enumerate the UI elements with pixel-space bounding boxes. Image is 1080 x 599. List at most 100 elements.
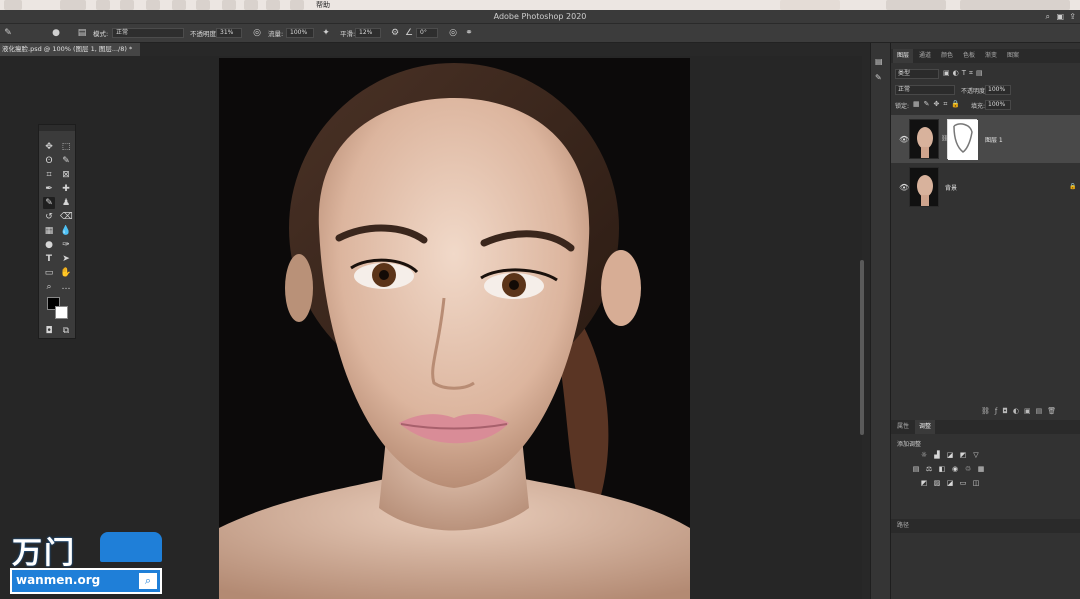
menu-item-blurred[interactable]: [96, 0, 110, 10]
share-icon[interactable]: ⇪: [1069, 12, 1076, 21]
eye-icon[interactable]: 👁: [899, 183, 909, 192]
exposure-icon[interactable]: ◩: [958, 451, 968, 459]
pressure-size-icon[interactable]: ◎: [447, 27, 459, 39]
opacity-field[interactable]: 31%: [216, 28, 242, 38]
posterize-icon[interactable]: ▨: [932, 479, 942, 487]
menu-item-blurred[interactable]: [172, 0, 186, 10]
layer-name[interactable]: 背景: [945, 183, 957, 192]
eyedropper-tool-icon[interactable]: ✒: [43, 183, 55, 195]
menu-item-blurred[interactable]: [60, 0, 86, 10]
flow-field[interactable]: 100%: [286, 28, 314, 38]
menu-item-blurred[interactable]: [290, 0, 304, 10]
tab-gradients[interactable]: 渐变: [981, 49, 1001, 63]
layer-row[interactable]: 👁 ⛓ 图层 1: [891, 115, 1080, 163]
menu-item-blurred[interactable]: [244, 0, 258, 10]
path-select-tool-icon[interactable]: ➤: [60, 253, 72, 265]
tab-paths[interactable]: 路径: [893, 519, 913, 533]
levels-icon[interactable]: ▟: [932, 451, 942, 459]
lasso-tool-icon[interactable]: ʘ: [43, 155, 55, 167]
more-tools-icon[interactable]: …: [60, 281, 72, 293]
menu-item-blurred[interactable]: [146, 0, 160, 10]
tab-layers[interactable]: 图层: [893, 49, 914, 63]
eye-icon[interactable]: 👁: [899, 135, 909, 144]
brush-tool-icon[interactable]: ✎: [43, 197, 55, 209]
channel-mixer-icon[interactable]: ♲: [963, 465, 973, 473]
layer-filter-select[interactable]: 类型: [895, 69, 939, 79]
brush-preset-icon[interactable]: ●: [50, 27, 62, 39]
dodge-tool-icon[interactable]: ●: [43, 239, 55, 251]
clone-stamp-tool-icon[interactable]: ♟: [60, 197, 72, 209]
hand-tool-icon[interactable]: ✋: [60, 267, 72, 279]
curves-icon[interactable]: ◪: [945, 451, 955, 459]
history-panel-icon[interactable]: ▤: [875, 57, 883, 66]
zoom-tool-icon[interactable]: ⌕: [43, 281, 55, 293]
layer-mask-thumbnail[interactable]: [947, 119, 978, 160]
document-tab[interactable]: 液化瘦脸.psd @ 100% (图层 1, 图层.../8) *: [0, 43, 140, 56]
brightness-icon[interactable]: ☼: [919, 451, 929, 459]
blend-mode-select[interactable]: 正常: [895, 85, 955, 95]
menu-item-blurred[interactable]: [196, 0, 210, 10]
panel-icon-strip: ▤ ✎: [870, 43, 890, 599]
color-balance-icon[interactable]: ⚖: [924, 465, 934, 473]
apple-menu-icon[interactable]: [4, 0, 22, 10]
frame-tool-icon[interactable]: ⊠: [60, 169, 72, 181]
photo-filter-icon[interactable]: ◉: [950, 465, 960, 473]
angle-icon[interactable]: ∠: [403, 27, 415, 39]
type-tool-icon[interactable]: T: [43, 253, 55, 265]
layer-filter-icons[interactable]: ▣◐T⌗▤: [943, 69, 986, 78]
vibrance-icon[interactable]: ▽: [971, 451, 981, 459]
menu-item-blurred[interactable]: [222, 0, 236, 10]
symmetry-icon[interactable]: ⚭: [463, 27, 475, 39]
tab-adjustments[interactable]: 调整: [915, 420, 936, 434]
tab-properties[interactable]: 属性: [893, 420, 913, 434]
layer-opacity-field[interactable]: 100%: [985, 85, 1011, 95]
screen-mode-icon[interactable]: ⧉: [60, 325, 72, 337]
layer-fill-field[interactable]: 100%: [985, 100, 1011, 110]
eraser-tool-icon[interactable]: ⌫: [60, 211, 73, 223]
tab-channels[interactable]: 通道: [915, 49, 935, 63]
menu-item-blurred[interactable]: [120, 0, 134, 10]
history-brush-tool-icon[interactable]: ↺: [43, 211, 55, 223]
angle-field[interactable]: 0°: [416, 28, 438, 38]
tools-panel-header[interactable]: [39, 125, 75, 131]
move-tool-icon[interactable]: ✥: [43, 141, 55, 153]
tab-patterns[interactable]: 图案: [1003, 49, 1023, 63]
lock-options-icons[interactable]: ▦✎✥⌗🔒: [913, 100, 964, 109]
quick-select-tool-icon[interactable]: ✎: [60, 155, 72, 167]
healing-brush-tool-icon[interactable]: ✚: [60, 183, 72, 195]
tab-color[interactable]: 颜色: [937, 49, 957, 63]
brush-settings-icon[interactable]: ▤: [76, 27, 88, 39]
gradient-tool-icon[interactable]: ▦: [43, 225, 55, 237]
black-white-icon[interactable]: ◧: [937, 465, 947, 473]
airbrush-icon[interactable]: ✦: [320, 27, 332, 39]
search-icon[interactable]: ⌕: [1046, 12, 1050, 22]
hue-saturation-icon[interactable]: ▤: [911, 465, 921, 473]
crop-tool-icon[interactable]: ⌗: [43, 169, 55, 181]
menu-item-help[interactable]: 帮助: [316, 0, 330, 10]
layers-footer-icons[interactable]: ⛓ƒ◘◐▣▤🗑: [981, 407, 1061, 415]
pressure-opacity-icon[interactable]: ◎: [251, 27, 263, 39]
smoothing-field[interactable]: 12%: [355, 28, 381, 38]
color-lookup-icon[interactable]: ▦: [976, 465, 986, 473]
vertical-scrollbar[interactable]: [860, 260, 864, 435]
brush-panel-icon[interactable]: ✎: [875, 73, 882, 82]
threshold-icon[interactable]: ◪: [945, 479, 955, 487]
blur-tool-icon[interactable]: 💧: [60, 225, 72, 237]
smoothing-options-icon[interactable]: ⚙: [389, 27, 401, 39]
layer-row[interactable]: 👁 背景 🔒: [891, 163, 1080, 211]
background-color-swatch[interactable]: [55, 306, 68, 319]
rectangle-tool-icon[interactable]: ▭: [43, 267, 55, 279]
document-image[interactable]: [219, 58, 690, 599]
menu-item-blurred[interactable]: [266, 0, 280, 10]
brush-tool-icon[interactable]: ✎: [2, 27, 14, 39]
tab-swatches[interactable]: 色板: [959, 49, 979, 63]
quick-mask-icon[interactable]: ◘: [43, 325, 55, 337]
invert-icon[interactable]: ◩: [919, 479, 929, 487]
pen-tool-icon[interactable]: ✑: [60, 239, 72, 251]
selective-color-icon[interactable]: ◫: [971, 479, 981, 487]
gradient-map-icon[interactable]: ▭: [958, 479, 968, 487]
marquee-tool-icon[interactable]: ⬚: [60, 141, 72, 153]
workspace-icon[interactable]: ▣: [1056, 12, 1064, 21]
mode-select[interactable]: 正常: [112, 28, 184, 38]
layer-name[interactable]: 图层 1: [985, 135, 1003, 144]
